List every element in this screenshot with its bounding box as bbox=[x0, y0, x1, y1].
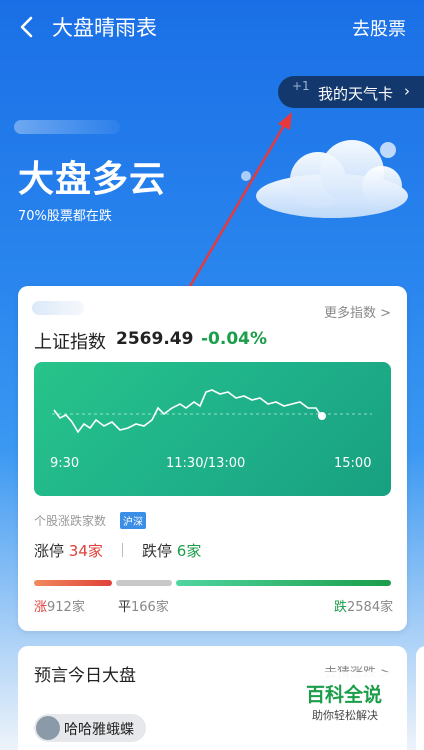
next-card-peek bbox=[416, 646, 424, 750]
fall-count: 跌2584家 bbox=[334, 600, 394, 615]
fall-segment bbox=[176, 580, 391, 586]
user-chip[interactable]: 哈哈雅蛾蝶 bbox=[34, 714, 146, 742]
limit-down-stat: 跌停 6家 bbox=[142, 540, 201, 561]
rise-segment bbox=[34, 580, 112, 586]
index-card: 更多指数 > 上证指数 2569.49 -0.04% 9:30 11:30/13… bbox=[18, 286, 407, 631]
chevron-right-icon: › bbox=[404, 82, 410, 100]
limit-down-value: 6家 bbox=[176, 542, 202, 560]
time-label-mid: 11:30/13:00 bbox=[166, 456, 246, 471]
flat-segment bbox=[116, 580, 172, 586]
breadth-title: 个股涨跌家数 bbox=[34, 514, 107, 528]
watermark-sub: 助你轻松解决 bbox=[312, 709, 378, 722]
price-line bbox=[53, 389, 321, 434]
stat-divider bbox=[122, 543, 123, 557]
intraday-chart[interactable]: 9:30 11:30/13:00 15:00 bbox=[34, 362, 391, 496]
weather-card-label: 我的天气卡 bbox=[318, 85, 394, 103]
more-index-link[interactable]: 更多指数 > bbox=[324, 302, 391, 321]
page-title: 大盘晴雨表 bbox=[52, 16, 157, 40]
back-arrow-icon[interactable] bbox=[14, 12, 40, 42]
limit-up-value: 34家 bbox=[68, 542, 103, 560]
index-value: 2569.49 bbox=[116, 329, 194, 349]
limit-up-label: 涨停 bbox=[34, 542, 65, 560]
plus-one-badge: +1 bbox=[292, 79, 310, 93]
limit-up-stat: 涨停 34家 bbox=[34, 540, 103, 561]
market-weather-headline: 大盘多云 bbox=[18, 159, 167, 200]
my-weather-card-button[interactable]: +1 我的天气卡 › bbox=[278, 76, 424, 108]
current-price-dot bbox=[318, 412, 326, 420]
watermark-main: 百科全说 bbox=[306, 684, 383, 706]
limit-down-label: 跌停 bbox=[142, 542, 173, 560]
index-change: -0.04% bbox=[201, 329, 268, 349]
flat-count: 平166家 bbox=[118, 600, 169, 615]
blurred-text-placeholder bbox=[14, 120, 120, 134]
intraday-chart-svg bbox=[52, 389, 372, 434]
time-label-open: 9:30 bbox=[50, 456, 80, 471]
watermark-logo: 百科全说 助你轻松解决 bbox=[292, 672, 400, 728]
go-stock-link[interactable]: 去股票 bbox=[352, 15, 406, 41]
index-name: 上证指数 bbox=[34, 332, 106, 353]
breadth-bar bbox=[34, 580, 391, 586]
market-tag: 沪深 bbox=[120, 512, 146, 529]
blurred-label-placeholder bbox=[32, 301, 84, 315]
header-bar: 大盘晴雨表 去股票 bbox=[0, 0, 424, 54]
predict-title: 预言今日大盘 bbox=[34, 666, 136, 686]
cloud-icon bbox=[241, 140, 408, 218]
avatar bbox=[36, 716, 60, 740]
market-weather-subtitle: 70%股票都在跌 bbox=[18, 209, 112, 224]
rise-count: 涨912家 bbox=[34, 600, 85, 615]
time-label-close: 15:00 bbox=[334, 456, 372, 471]
user-name: 哈哈雅蛾蝶 bbox=[64, 722, 134, 738]
